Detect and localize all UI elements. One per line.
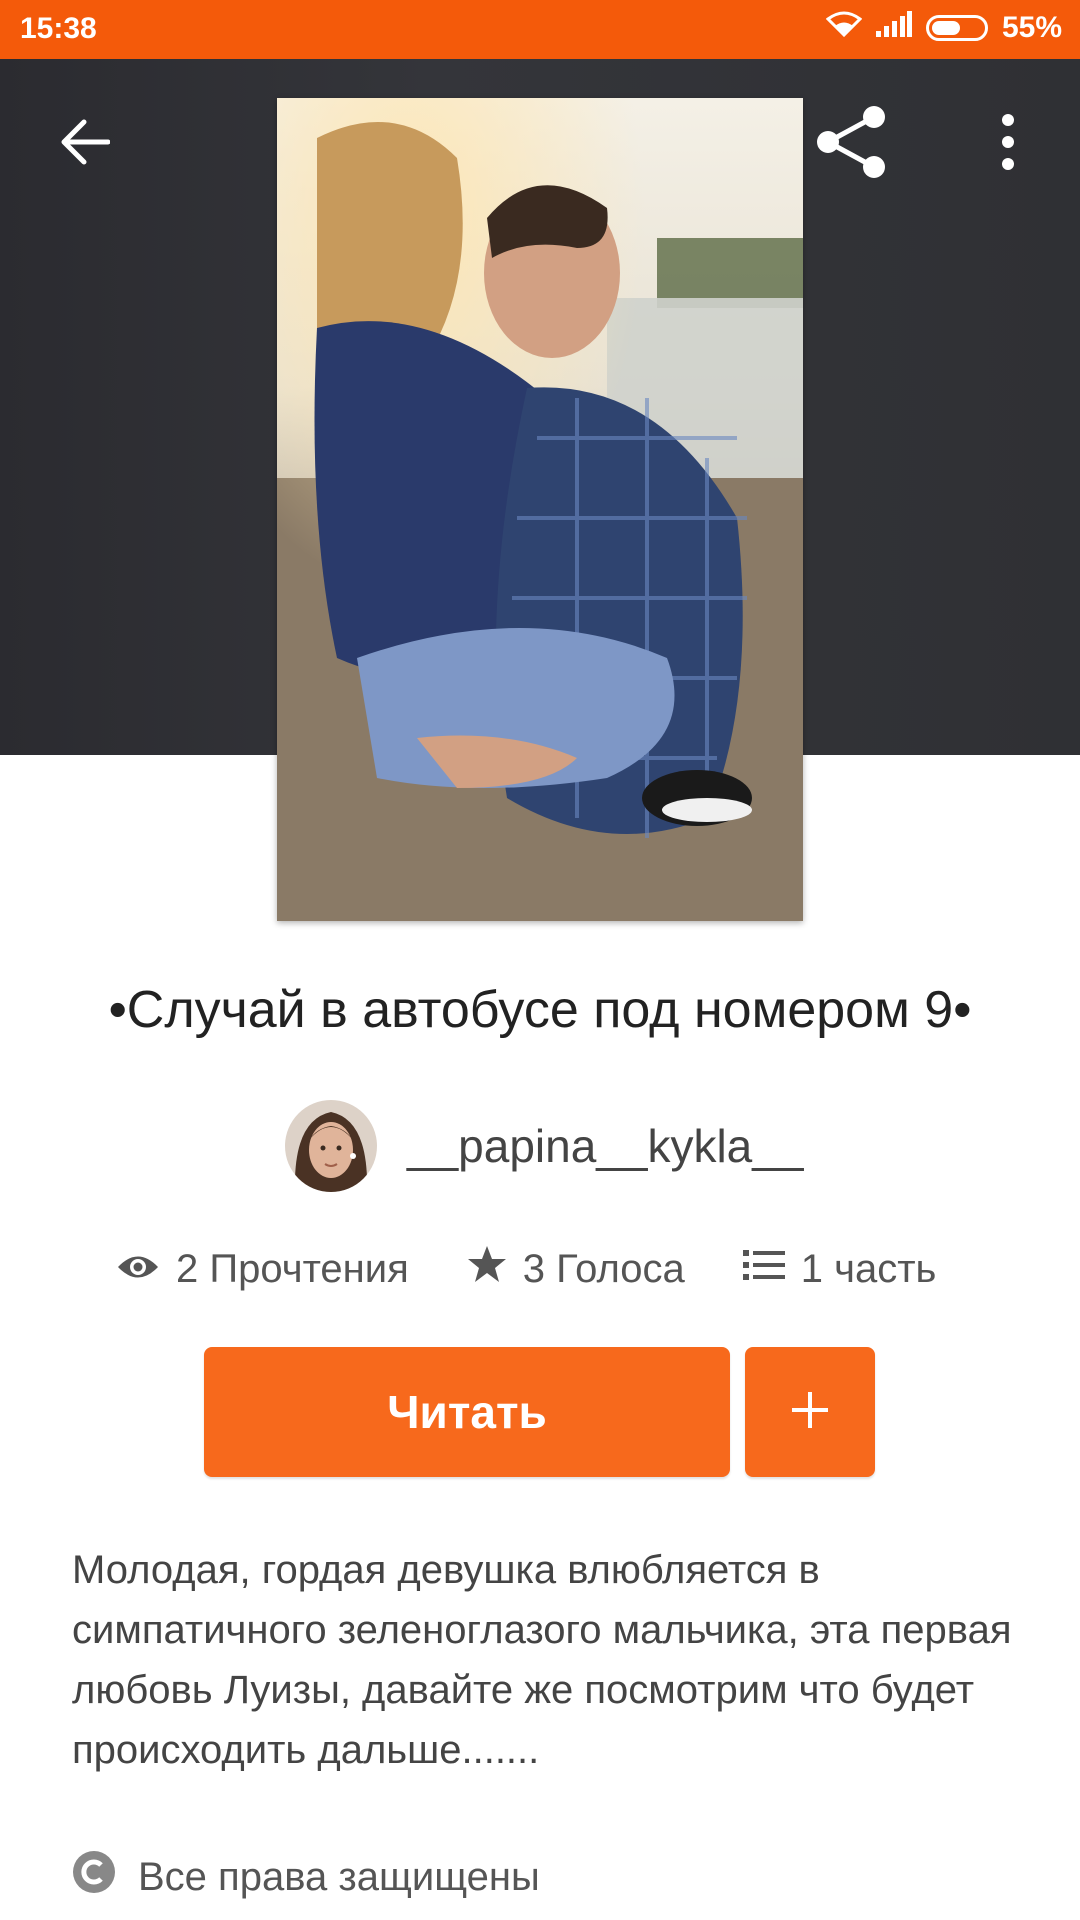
more-button[interactable] [958,94,1058,194]
author-row[interactable]: __papina__kykla__ [285,1100,803,1192]
copyright-icon [72,1850,116,1904]
status-icons: 55% [825,11,1062,45]
parts-stat: 1 часть [742,1246,937,1292]
signal-icon [875,11,912,45]
story-title: •Случай в автобусе под номером 9• [108,981,972,1039]
back-button[interactable] [34,94,134,194]
story-cover-image[interactable] [277,98,803,921]
copyright-row: Все права защищены [72,1850,540,1904]
plus-icon [790,1390,830,1435]
status-bar: 15:38 55% [0,0,1080,59]
votes-count: 3 Голоса [522,1246,685,1291]
author-avatar[interactable] [285,1100,377,1192]
battery-icon [925,15,988,41]
votes-stat: 3 Голоса [467,1245,685,1293]
copyright-text: Все права защищены [138,1854,540,1899]
story-stats: 2 Прочтения 3 Голоса 1 часть [116,1245,936,1293]
list-icon [742,1247,785,1292]
author-name[interactable]: __papina__kykla__ [407,1119,803,1173]
star-icon [467,1245,507,1293]
parts-count: 1 часть [800,1246,937,1291]
wifi-icon [825,11,863,45]
story-description: Молодая, гордая девушка влюбляется в сим… [72,1548,1012,1772]
reads-count: 2 Прочтения [176,1246,409,1291]
share-icon [814,105,888,184]
status-time: 15:38 [20,12,97,45]
read-button[interactable]: Читать [204,1347,730,1477]
battery-percent: 55% [1001,11,1062,44]
more-vertical-icon [1000,113,1016,175]
share-button[interactable] [801,94,901,194]
add-to-library-button[interactable] [745,1347,875,1477]
reads-stat: 2 Прочтения [116,1247,409,1292]
arrow-left-icon [58,118,111,171]
eye-icon [116,1247,160,1292]
